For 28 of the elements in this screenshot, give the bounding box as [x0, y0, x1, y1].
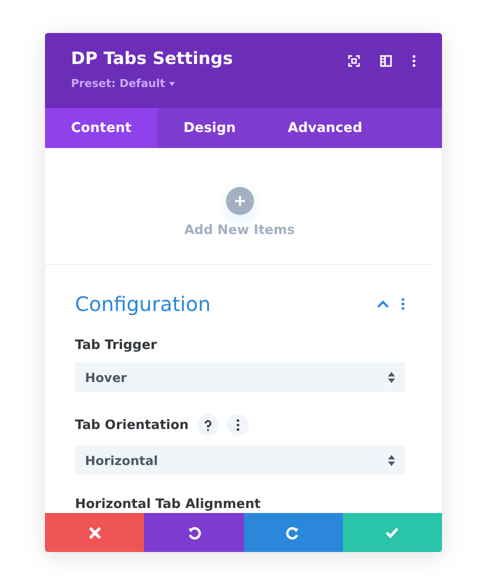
sort-arrows-icon: [388, 372, 395, 382]
close-icon: [88, 526, 102, 540]
field-label: Horizontal Tab Alignment: [75, 497, 261, 512]
redo-icon: [286, 526, 300, 540]
select-field[interactable]: Horizontal: [75, 445, 405, 475]
help-icon[interactable]: [196, 414, 219, 436]
collapse-icon[interactable]: [377, 300, 389, 308]
settings-tab[interactable]: Design: [157, 108, 262, 148]
sort-arrows-icon: [388, 454, 395, 466]
settings-tab[interactable]: Content: [45, 108, 158, 148]
window-title: DP Tabs Settings: [71, 49, 233, 69]
plus-icon: [234, 196, 244, 206]
more-options-icon[interactable]: [412, 55, 416, 67]
select-field[interactable]: Hover: [75, 362, 405, 392]
settings-tab[interactable]: Advanced: [262, 108, 388, 148]
preset-dropdown[interactable]: Preset: Default: [71, 77, 176, 90]
check-icon: [385, 526, 400, 540]
add-item-button[interactable]: [226, 187, 254, 215]
section-title: Configuration: [75, 292, 211, 316]
sidebar-layout-icon[interactable]: [380, 55, 392, 67]
more-options-icon[interactable]: [226, 414, 249, 436]
field-label: Tab Orientation: [75, 418, 189, 432]
add-items-label: Add New Items: [184, 223, 295, 238]
caret-icon: [169, 82, 176, 86]
field-label: Tab Trigger: [75, 338, 157, 353]
cancel-button[interactable]: [45, 513, 144, 552]
undo-icon: [186, 526, 201, 540]
expand-icon[interactable]: [348, 55, 360, 67]
